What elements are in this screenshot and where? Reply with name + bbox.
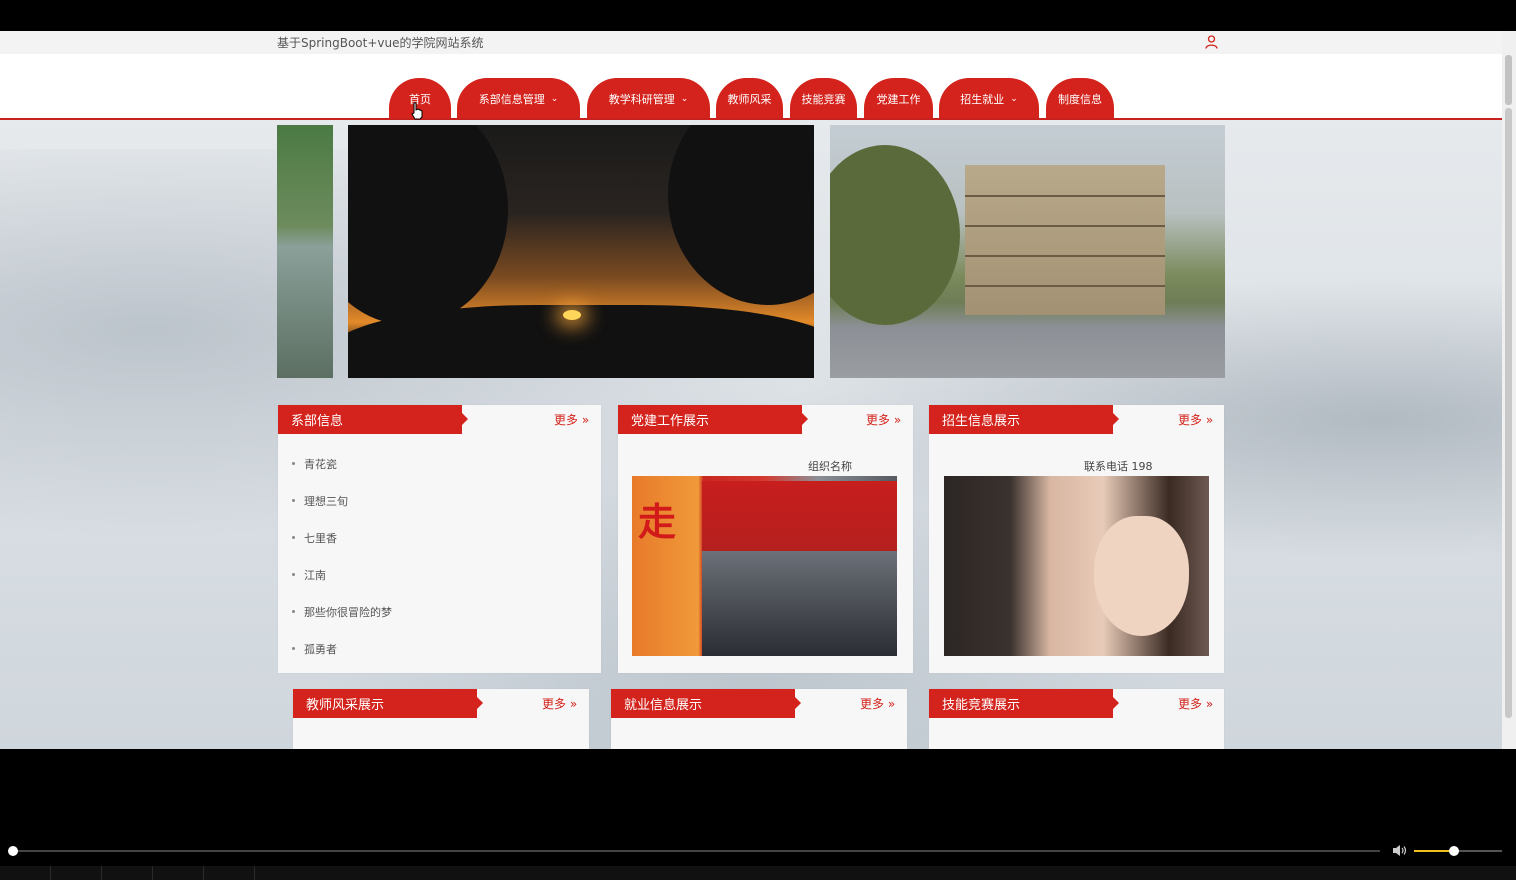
chevron-down-icon: ⌄ <box>1010 94 1018 104</box>
party-work-image[interactable]: 走 <box>632 476 897 656</box>
nav-item-label: 技能竞赛 <box>801 93 846 106</box>
chevron-down-icon: ⌄ <box>680 94 689 104</box>
panel-title: 招生信息展示 <box>929 405 1119 434</box>
nav-item-label: 系部信息管理 <box>478 93 545 106</box>
panel-title: 技能竞赛展示 <box>929 689 1119 718</box>
nav-item-policy-info[interactable]: 制度信息 <box>1046 78 1114 118</box>
nav-item-label: 党建工作 <box>876 93 921 106</box>
user-icon[interactable] <box>1205 35 1218 49</box>
scrollbar-thumb[interactable] <box>1505 55 1512 105</box>
nav-item-teaching-research[interactable]: 教学科研管理 ⌄ <box>587 78 710 118</box>
panel-title: 系部信息 <box>278 405 468 434</box>
volume-slider-fill <box>1414 850 1454 852</box>
window-top-bar <box>0 0 1516 31</box>
nav-item-enroll-employ[interactable]: 招生就业 ⌄ <box>939 78 1039 118</box>
party-org-name: 组织名称 <box>808 460 852 473</box>
chevron-down-icon: ⌄ <box>550 94 559 104</box>
nav-item-teacher-style[interactable]: 教师风采 <box>716 78 783 118</box>
video-player-bottom <box>0 749 1516 880</box>
volume-icon[interactable] <box>1392 844 1408 857</box>
nav-item-label: 招生就业 <box>960 93 1005 106</box>
video-progress-bar[interactable] <box>12 850 1380 852</box>
list-item[interactable]: 青花瓷 <box>292 456 392 493</box>
panel-title: 就业信息展示 <box>611 689 801 718</box>
panel-teacher-style: 教师风采展示 更多 » <box>293 689 589 749</box>
panel-title: 党建工作展示 <box>618 405 808 434</box>
more-link[interactable]: 更多 » <box>554 411 589 428</box>
nav-item-skill-contest[interactable]: 技能竞赛 <box>790 78 857 118</box>
more-link[interactable]: 更多 » <box>866 411 901 428</box>
site-topbar: 基于SpringBoot+vue的学院网站系统 <box>0 31 1502 55</box>
list-item[interactable]: 理想三旬 <box>292 493 392 530</box>
panel-dept-info: 系部信息 更多 » 青花瓷 理想三旬 七里香 江南 那些你很冒险的梦 孤勇者 <box>278 405 601 673</box>
panel-enrollment: 招生信息展示 更多 » 联系电话 198 <box>929 405 1224 673</box>
more-link[interactable]: 更多 » <box>1178 411 1213 428</box>
nav-item-label: 制度信息 <box>1058 93 1102 106</box>
carousel-slide-next[interactable] <box>830 125 1225 378</box>
nav-item-dept-info[interactable]: 系部信息管理 ⌄ <box>457 78 580 118</box>
more-link[interactable]: 更多 » <box>860 695 895 712</box>
more-link[interactable]: 更多 » <box>542 695 577 712</box>
progress-handle[interactable] <box>8 846 18 856</box>
volume-slider-handle[interactable] <box>1449 846 1459 856</box>
list-item[interactable]: 那些你很冒险的梦 <box>292 604 392 641</box>
scrollbar-track[interactable] <box>1505 108 1512 718</box>
panel-title: 教师风采展示 <box>293 689 483 718</box>
hand-cursor-icon <box>411 102 423 120</box>
bottom-strip <box>0 866 1516 880</box>
more-link[interactable]: 更多 » <box>1178 695 1213 712</box>
panel-employment: 就业信息展示 更多 » <box>611 689 907 749</box>
carousel-slide-prev[interactable] <box>277 125 333 378</box>
main-nav-bar: 首页 系部信息管理 ⌄ 教学科研管理 ⌄ 教师风采 技能竞赛 党建工作 招生就业… <box>0 54 1502 120</box>
carousel-slide-current[interactable] <box>348 125 814 378</box>
enrollment-image[interactable] <box>944 476 1209 656</box>
list-item[interactable]: 七里香 <box>292 530 392 567</box>
nav-item-label: 教师风采 <box>727 93 772 106</box>
nav-item-party-work[interactable]: 党建工作 <box>864 78 933 118</box>
nav-item-label: 教学科研管理 <box>608 93 675 106</box>
panel-skill-contest: 技能竞赛展示 更多 » <box>929 689 1224 749</box>
panel-party-work: 党建工作展示 更多 » 组织名称 走 <box>618 405 913 673</box>
list-item[interactable]: 江南 <box>292 567 392 604</box>
list-item[interactable]: 孤勇者 <box>292 641 392 678</box>
browser-viewport: 基于SpringBoot+vue的学院网站系统 首页 系部信息管理 ⌄ 教学科研… <box>0 31 1502 749</box>
dept-list: 青花瓷 理想三旬 七里香 江南 那些你很冒险的梦 孤勇者 <box>292 456 392 678</box>
site-title: 基于SpringBoot+vue的学院网站系统 <box>277 36 484 50</box>
enroll-contact: 联系电话 198 <box>1084 460 1153 473</box>
